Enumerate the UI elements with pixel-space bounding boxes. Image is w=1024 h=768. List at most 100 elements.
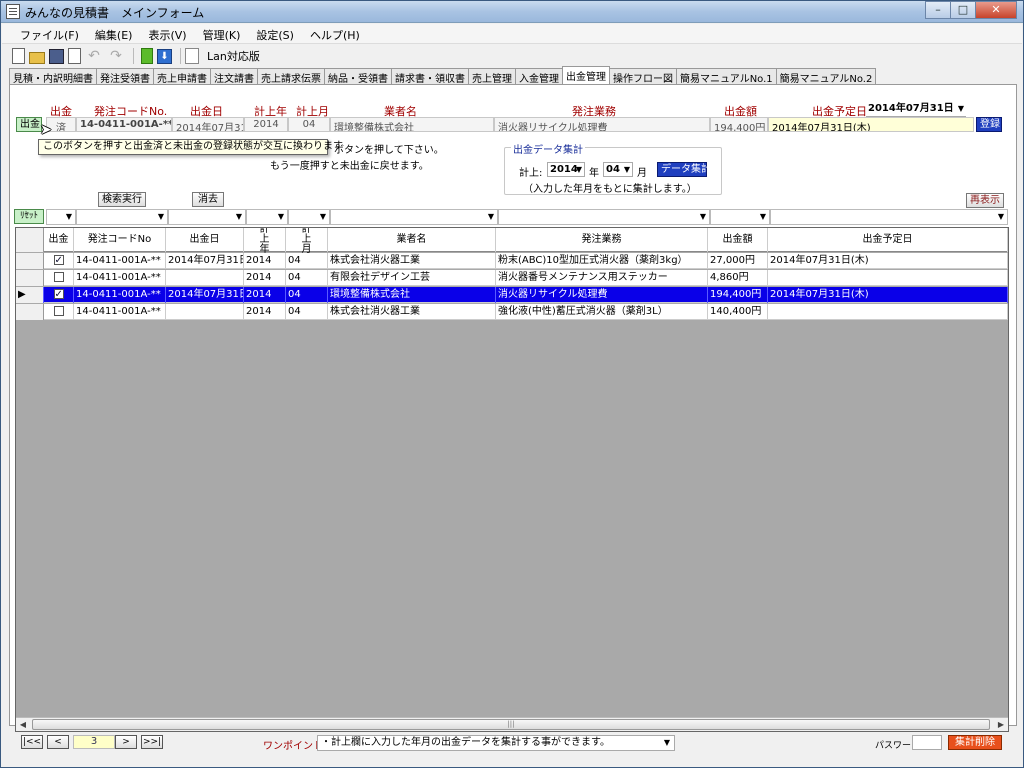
tab-order-acceptance[interactable]: 注文請書 xyxy=(210,68,258,85)
tab-manual-1[interactable]: 簡易マニュアルNo.1 xyxy=(676,68,777,85)
print-preview-icon[interactable] xyxy=(68,48,81,64)
year-field[interactable]: 2014 xyxy=(244,117,288,132)
paid-checkbox[interactable] xyxy=(53,253,64,268)
save-icon[interactable] xyxy=(49,48,64,64)
cell-shukkin xyxy=(44,304,74,320)
download-icon[interactable]: ⬇ xyxy=(157,48,172,64)
paid-checkbox[interactable] xyxy=(53,306,64,316)
scheduled-field[interactable]: 2014年07月31日(木) xyxy=(768,117,974,132)
menu-help[interactable]: ヘルプ(H) xyxy=(302,24,368,43)
scheduled-date-select[interactable]: 2014年07月31日 ▼ xyxy=(866,102,966,117)
password-input[interactable] xyxy=(912,735,942,750)
tab-order-receipt[interactable]: 発注受領書 xyxy=(96,68,154,85)
payment-out-panel: 出金 発注コードNo. 出金日 計上年 計上月 業者名 発注業務 出金額 出金予… xyxy=(9,84,1017,732)
cell-date: 2014年07月31日 xyxy=(166,287,244,303)
register-button[interactable]: 登録 xyxy=(976,117,1002,132)
app-icon xyxy=(6,4,20,19)
cell-scheduled: 2014年07月31日(木) xyxy=(768,253,1008,269)
chevron-down-icon: ▼ xyxy=(277,212,284,221)
search-run-button[interactable]: 検索実行 xyxy=(98,192,146,207)
filter-code[interactable]: ▼ xyxy=(76,209,168,225)
shukkin-toggle-button[interactable]: 出金 xyxy=(16,117,42,132)
col-amount[interactable]: 出金額 xyxy=(708,228,768,252)
menu-manage[interactable]: 管理(K) xyxy=(195,24,249,43)
tab-sales-management[interactable]: 売上管理 xyxy=(468,68,516,85)
clear-button[interactable]: 消去 xyxy=(192,192,224,207)
col-date[interactable]: 出金日 xyxy=(166,228,244,252)
aggregate-month-select[interactable]: 04 ▼ xyxy=(603,162,633,177)
col-shukkin[interactable]: 出金 xyxy=(44,228,74,252)
reset-button[interactable]: ﾘｾｯﾄ xyxy=(14,209,44,224)
delete-aggregate-button[interactable]: 集計削除 xyxy=(948,735,1002,750)
col-month[interactable]: 計上月 xyxy=(286,228,328,255)
aggregate-button[interactable]: データ集計 xyxy=(657,162,711,177)
menu-edit[interactable]: 編集(E) xyxy=(87,24,141,43)
scrollbar-thumb[interactable]: ||| xyxy=(32,719,990,730)
col-code[interactable]: 発注コードNo xyxy=(74,228,166,252)
tip-select[interactable]: ・計上欄に入力した年月の出金データを集計する事ができます。 ▼ xyxy=(317,735,675,751)
date-field[interactable]: 2014年07月31日 xyxy=(172,117,244,132)
current-row-marker-icon[interactable]: ▶ xyxy=(16,287,44,303)
col-vendor[interactable]: 業者名 xyxy=(328,228,496,252)
month-field[interactable]: 04 xyxy=(288,117,330,132)
table-row[interactable]: 14-0411-001A-** 2014 04 株式会社消火器工業 強化液(中性)蓄圧式… xyxy=(16,304,1008,320)
cell-year: 2014 xyxy=(244,304,286,320)
filter-vendor[interactable]: ▼ xyxy=(330,209,498,225)
tab-estimate[interactable]: 見積・内訳明細書 xyxy=(9,68,97,85)
tab-delivery[interactable]: 納品・受領書 xyxy=(324,68,392,85)
lan-icon[interactable] xyxy=(185,48,199,64)
tab-sales-invoice[interactable]: 売上請求伝票 xyxy=(257,68,325,85)
paid-checkbox[interactable] xyxy=(53,272,64,282)
table-row[interactable]: 14-0411-001A-** 2014 04 有限会社デザイン工芸 消火器番号メンテナ… xyxy=(16,270,1008,286)
open-folder-icon[interactable] xyxy=(29,52,45,64)
tab-payment-out[interactable]: 出金管理 xyxy=(562,66,610,84)
tab-manual-2[interactable]: 簡易マニュアルNo.2 xyxy=(775,68,877,85)
last-page-button[interactable]: >>| xyxy=(141,735,163,749)
vendor-field[interactable]: 環境整備株式会社 xyxy=(330,117,494,132)
filter-shukkin[interactable]: ▼ xyxy=(46,209,76,225)
amount-field[interactable]: 194,400円 xyxy=(710,117,768,132)
menu-settings[interactable]: 設定(S) xyxy=(248,24,302,43)
table-row[interactable]: ▶ 14-0411-001A-**2014年07月31日201404環境整備株式会… xyxy=(16,287,1008,303)
minimize-button[interactable]: – xyxy=(925,1,951,19)
filter-month[interactable]: ▼ xyxy=(288,209,330,225)
export-icon[interactable] xyxy=(141,48,153,64)
paid-checkbox[interactable] xyxy=(53,287,64,302)
tab-operation-flow[interactable]: 操作フロー図 xyxy=(609,68,677,85)
code-field[interactable]: 14-0411-001A-** xyxy=(76,117,172,132)
work-field[interactable]: 消火器リサイクル処理費 xyxy=(494,117,710,132)
cell-shukkin xyxy=(44,253,74,269)
row-header[interactable] xyxy=(16,253,44,269)
tab-sales-request[interactable]: 売上申請書 xyxy=(153,68,211,85)
filter-scheduled[interactable]: ▼ xyxy=(770,209,1008,225)
col-work[interactable]: 発注業務 xyxy=(496,228,708,252)
filter-work[interactable]: ▼ xyxy=(498,209,710,225)
tab-payment-in[interactable]: 入金管理 xyxy=(515,68,563,85)
aggregate-year-select[interactable]: 2014 ▼ xyxy=(547,162,585,177)
first-page-button[interactable]: |<< xyxy=(21,735,43,749)
tab-invoice-receipt[interactable]: 請求書・領収書 xyxy=(391,68,469,85)
cell-scheduled: 2014年07月31日(木) xyxy=(768,287,1008,303)
row-header[interactable] xyxy=(16,304,44,320)
col-year[interactable]: 計上年 xyxy=(244,228,286,255)
filter-year[interactable]: ▼ xyxy=(246,209,288,225)
cell-amount: 4,860円 xyxy=(708,270,768,286)
horizontal-scrollbar[interactable]: ◀ ||| ▶ xyxy=(16,717,1008,731)
close-button[interactable]: ✕ xyxy=(975,1,1017,19)
filter-amount[interactable]: ▼ xyxy=(710,209,770,225)
maximize-button[interactable]: □ xyxy=(950,1,976,19)
undo-icon[interactable]: ↶ xyxy=(85,47,103,65)
filter-date[interactable]: ▼ xyxy=(168,209,246,225)
menu-view[interactable]: 表示(V) xyxy=(140,24,194,43)
window-title: みんなの見積書 メインフォーム xyxy=(25,6,205,20)
prev-page-button[interactable]: < xyxy=(47,735,69,749)
next-page-button[interactable]: > xyxy=(115,735,137,749)
mouse-cursor-icon: ➤ xyxy=(40,122,52,138)
menu-file[interactable]: ファイル(F) xyxy=(12,24,87,43)
col-scheduled[interactable]: 出金予定日 xyxy=(768,228,1008,252)
redisplay-button[interactable]: 再表示 xyxy=(966,193,1004,208)
table-row[interactable]: 14-0411-001A-**2014年07月31日201404株式会社消火器工… xyxy=(16,253,1008,269)
new-document-icon[interactable] xyxy=(12,48,25,64)
row-header[interactable] xyxy=(16,270,44,286)
redo-icon[interactable]: ↷ xyxy=(107,47,125,65)
